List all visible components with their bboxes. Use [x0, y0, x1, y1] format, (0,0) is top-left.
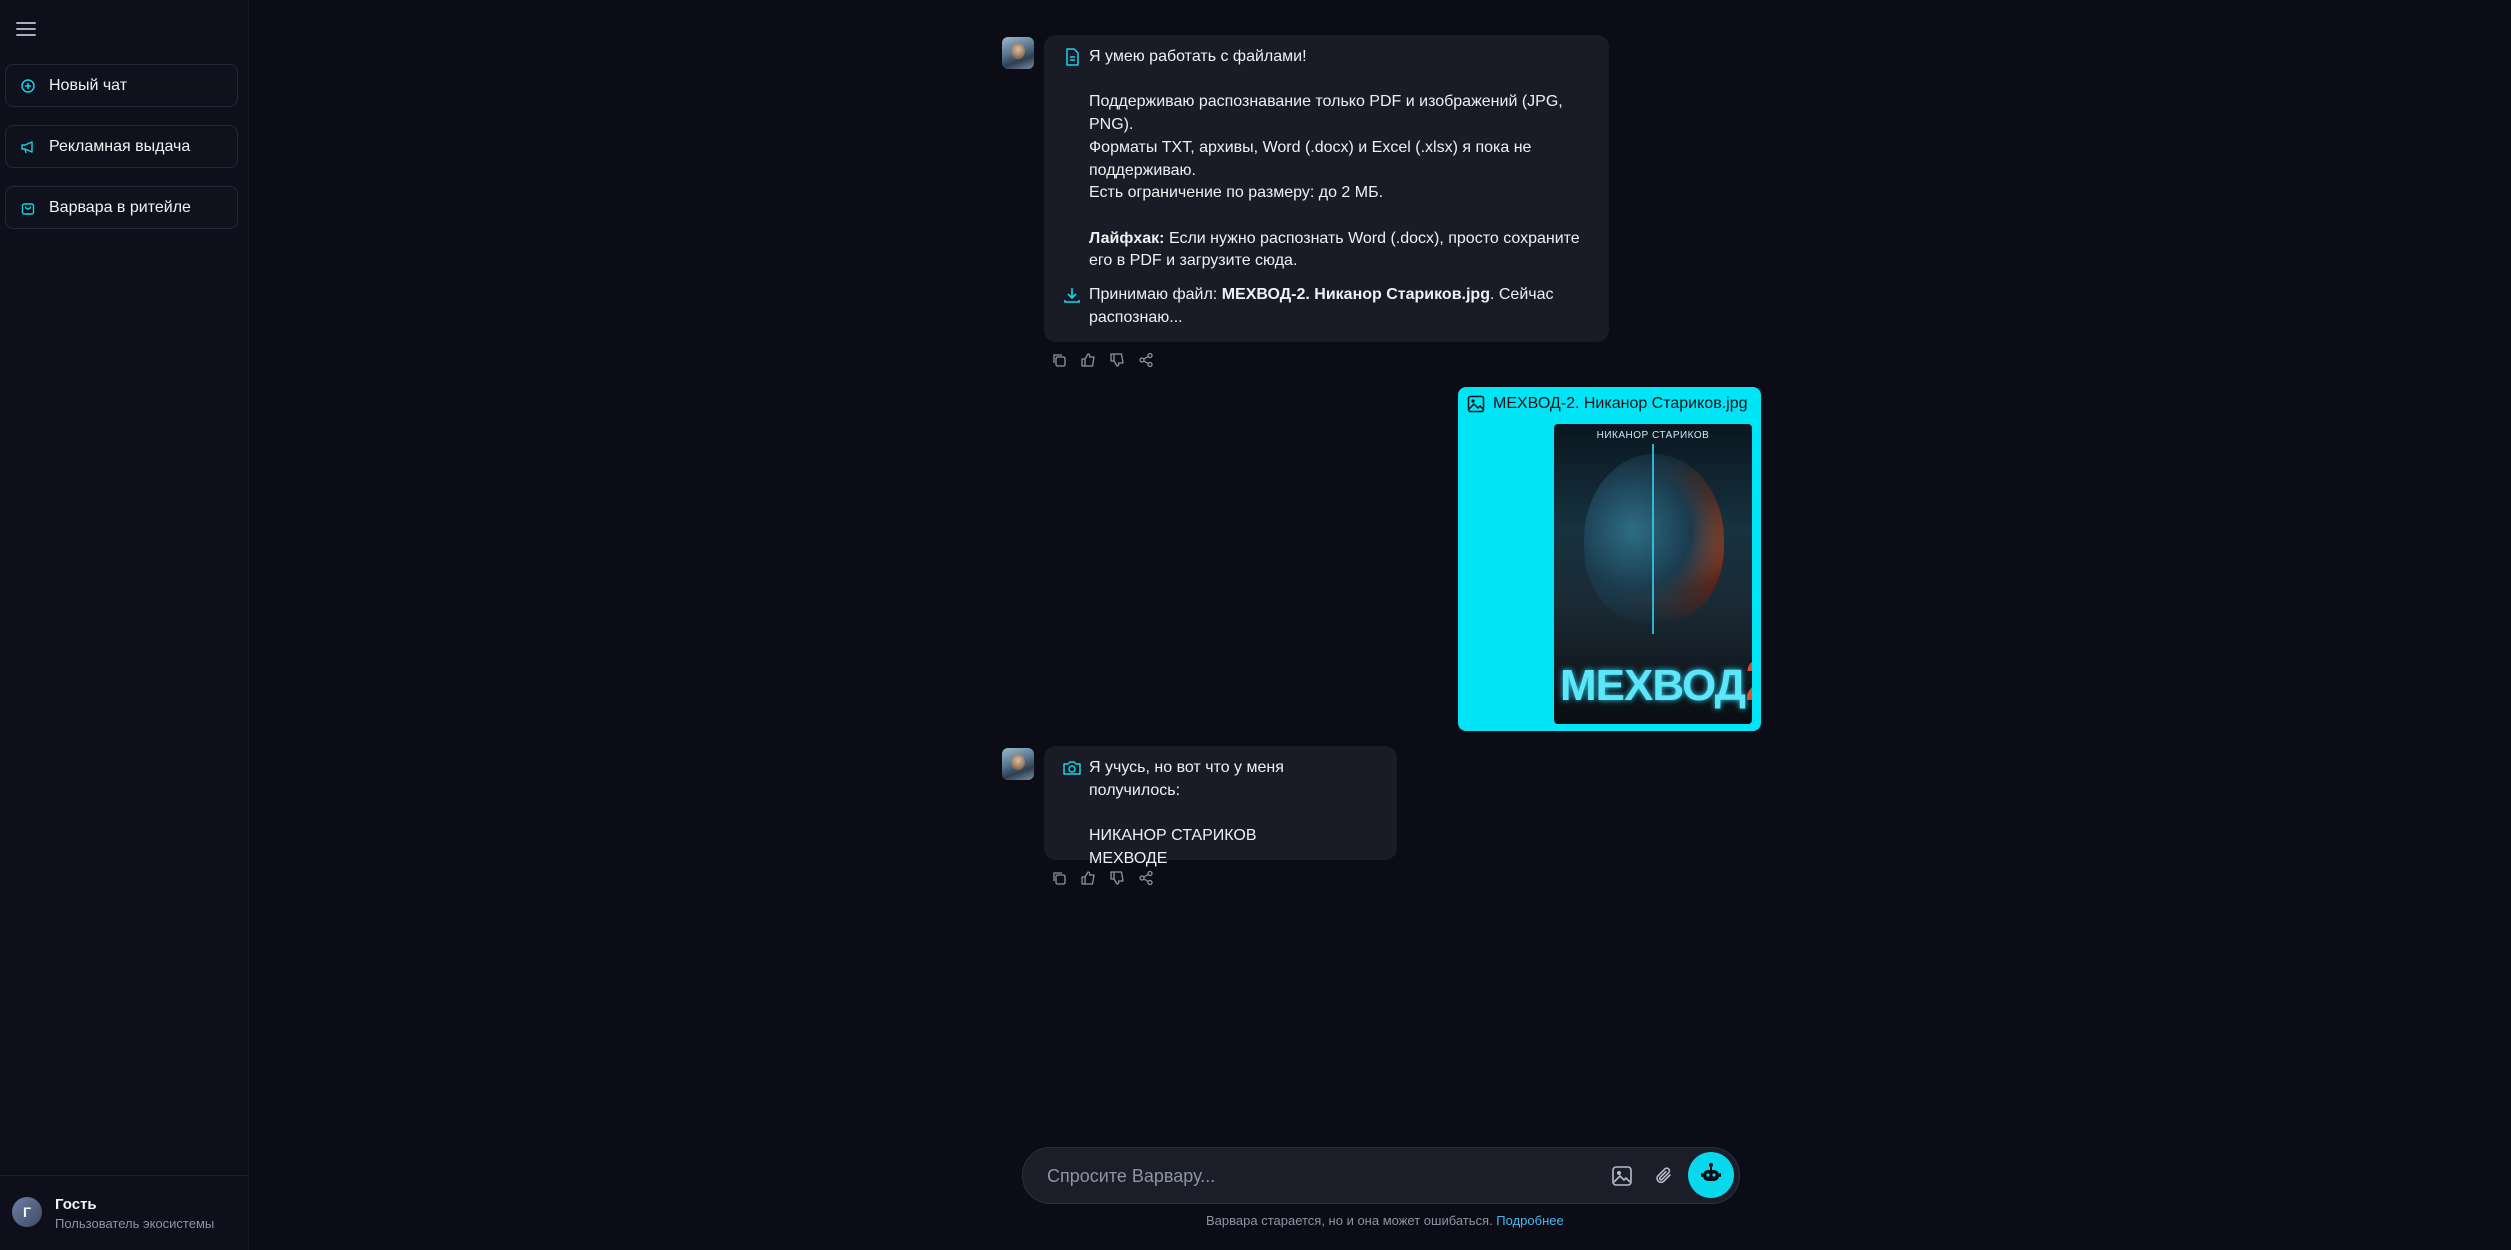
copy-icon[interactable] [1050, 869, 1068, 887]
thumbs-up-icon[interactable] [1079, 869, 1097, 887]
bot-message: Я умею работать с файлами! Поддерживаю р… [1044, 35, 1609, 342]
message-input[interactable] [1045, 1148, 1589, 1205]
download-icon [1062, 285, 1082, 305]
document-icon [1062, 47, 1082, 67]
sidebar-item-label: Варвара в ритейле [49, 198, 191, 216]
book-cover-image[interactable]: НИКАНОР СТАРИКОВ МЕХВОД2 [1554, 424, 1752, 724]
user-message: МЕХВОД-2. Никанор Стариков.jpg НИКАНОР С… [1458, 387, 1761, 731]
megaphone-icon [19, 138, 37, 156]
message-text: Я учусь, но вот что у меня получилось: Н… [1089, 759, 1289, 867]
share-icon[interactable] [1137, 869, 1155, 887]
user-role: Пользователь экосистемы [55, 1216, 215, 1231]
more-info-link[interactable]: Подробнее [1496, 1213, 1563, 1228]
avatar: Г [12, 1197, 42, 1227]
copy-icon[interactable] [1050, 351, 1068, 369]
bot-avatar [1002, 37, 1034, 69]
camera-icon [1062, 758, 1082, 778]
image-icon [1467, 395, 1485, 413]
message-actions [1050, 351, 1155, 369]
bot-avatar [1002, 748, 1034, 780]
share-icon[interactable] [1137, 351, 1155, 369]
robot-icon [1699, 1161, 1723, 1190]
cover-face-art [1584, 454, 1724, 624]
menu-icon[interactable] [14, 18, 38, 38]
sidebar-item-label: Рекламная выдача [49, 137, 191, 155]
composer [1022, 1147, 1740, 1205]
message-text: Я умею работать с файлами! Поддерживаю р… [1089, 48, 1585, 270]
shopping-bag-icon [19, 199, 37, 217]
image-upload-icon[interactable] [1611, 1165, 1633, 1187]
thumbs-down-icon[interactable] [1108, 869, 1126, 887]
cover-author: НИКАНОР СТАРИКОВ [1596, 430, 1710, 441]
sidebar: Новый чат Рекламная выдача Варвара в рит… [0, 0, 249, 1250]
send-button[interactable] [1688, 1152, 1734, 1198]
user-name: Гость [55, 1196, 97, 1213]
cover-title: МЕХВОД2 [1560, 648, 1752, 713]
user-profile[interactable]: Г Гость Пользователь экосистемы [0, 1175, 248, 1250]
bot-message: Я учусь, но вот что у меня получилось: Н… [1044, 746, 1397, 867]
paperclip-icon[interactable] [1653, 1165, 1675, 1187]
sidebar-item-ads[interactable]: Рекламная выдача [5, 125, 238, 168]
thumbs-down-icon[interactable] [1108, 351, 1126, 369]
chat-plus-icon [19, 77, 37, 95]
attached-file-name[interactable]: МЕХВОД-2. Никанор Стариков.jpg [1467, 395, 1748, 413]
cover-divider [1652, 444, 1654, 634]
disclaimer: Варвара старается, но и она может ошибат… [1206, 1213, 1564, 1228]
file-accept-text: Принимаю файл: МЕХВОД-2. Никанор Старико… [1089, 286, 1558, 326]
message-actions [1050, 869, 1155, 887]
thumbs-up-icon[interactable] [1079, 351, 1097, 369]
sidebar-item-label: Новый чат [49, 76, 128, 94]
sidebar-item-retail[interactable]: Варвара в ритейле [5, 186, 238, 229]
sidebar-item-new-chat[interactable]: Новый чат [5, 64, 238, 107]
